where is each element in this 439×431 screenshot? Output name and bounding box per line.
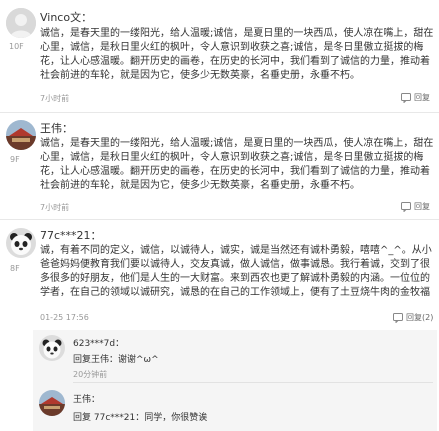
avatar[interactable]	[6, 228, 36, 258]
reply-label: 回复	[414, 93, 430, 102]
floor-number: 9F	[10, 155, 20, 164]
subreply-username[interactable]: 王伟：	[73, 392, 100, 405]
avatar[interactable]	[6, 120, 36, 150]
panda-avatar-icon	[6, 228, 36, 258]
subreply-content: 回复 77c***21：同学，你很赞诶	[73, 413, 208, 423]
default-avatar-icon	[6, 8, 36, 38]
comment-post: 8F 77c***21： 诚，有着不同的定义，诚信，以诚待人，诚实，诚是当然还有…	[0, 220, 439, 431]
divider	[73, 382, 433, 383]
comment-username[interactable]: Vinco文：	[40, 9, 92, 25]
comment-post: 10F Vinco文： 诚信，是春天里的一缕阳光，给人温暖;诚信，是夏日里的一块…	[0, 0, 439, 112]
reply-button[interactable]: 回复(2)	[393, 312, 433, 323]
comment-time: 01-25 17:56	[40, 313, 89, 322]
comment-icon	[401, 92, 411, 103]
comment-icon	[401, 201, 411, 212]
reply-button[interactable]: 回复	[401, 92, 430, 103]
floor-number: 8F	[10, 264, 20, 273]
floor-number: 10F	[9, 42, 24, 51]
comment-content: 诚信，是春天里的一缕阳光，给人温暖;诚信，是夏日里的一块西瓜，使人凉在嘴上，甜在…	[40, 28, 434, 81]
comment-content: 诚信，是春天里的一缕阳光，给人温暖;诚信，是夏日里的一块西瓜，使人凉在嘴上，甜在…	[40, 138, 434, 191]
building-photo-icon	[6, 120, 36, 150]
comment-time: 7小时前	[40, 94, 70, 103]
comment-username[interactable]: 王伟：	[40, 120, 73, 136]
comment-post: 9F 王伟： 诚信，是春天里的一缕阳光，给人温暖;诚信，是夏日里的一块西瓜，使人…	[0, 113, 439, 219]
subreply-time: 20分钟前	[73, 370, 108, 379]
reply-label: 回复	[414, 202, 430, 211]
avatar[interactable]	[6, 8, 36, 38]
comment-time: 7小时前	[40, 203, 70, 212]
reply-label: 回复(2)	[406, 313, 434, 322]
reply-button[interactable]: 回复	[401, 201, 430, 212]
subreply-username[interactable]: 623***7d：	[73, 336, 124, 349]
panda-avatar-icon	[39, 335, 65, 361]
subreply-content: 回复王伟：谢谢^ω^	[73, 355, 159, 365]
comment-content: 诚，有着不同的定义，诚信，以诚待人，诚实，诚是当然还有诚朴勇毅，嘻嘻^_^。从小…	[40, 245, 432, 298]
comment-icon	[393, 312, 403, 323]
comment-username[interactable]: 77c***21：	[40, 227, 102, 243]
building-photo-icon	[39, 390, 65, 416]
avatar[interactable]	[39, 335, 65, 361]
subreply-list: 623***7d： 回复王伟：谢谢^ω^ 20分钟前 王伟： 回复 77c***…	[33, 330, 437, 431]
avatar[interactable]	[39, 390, 65, 416]
